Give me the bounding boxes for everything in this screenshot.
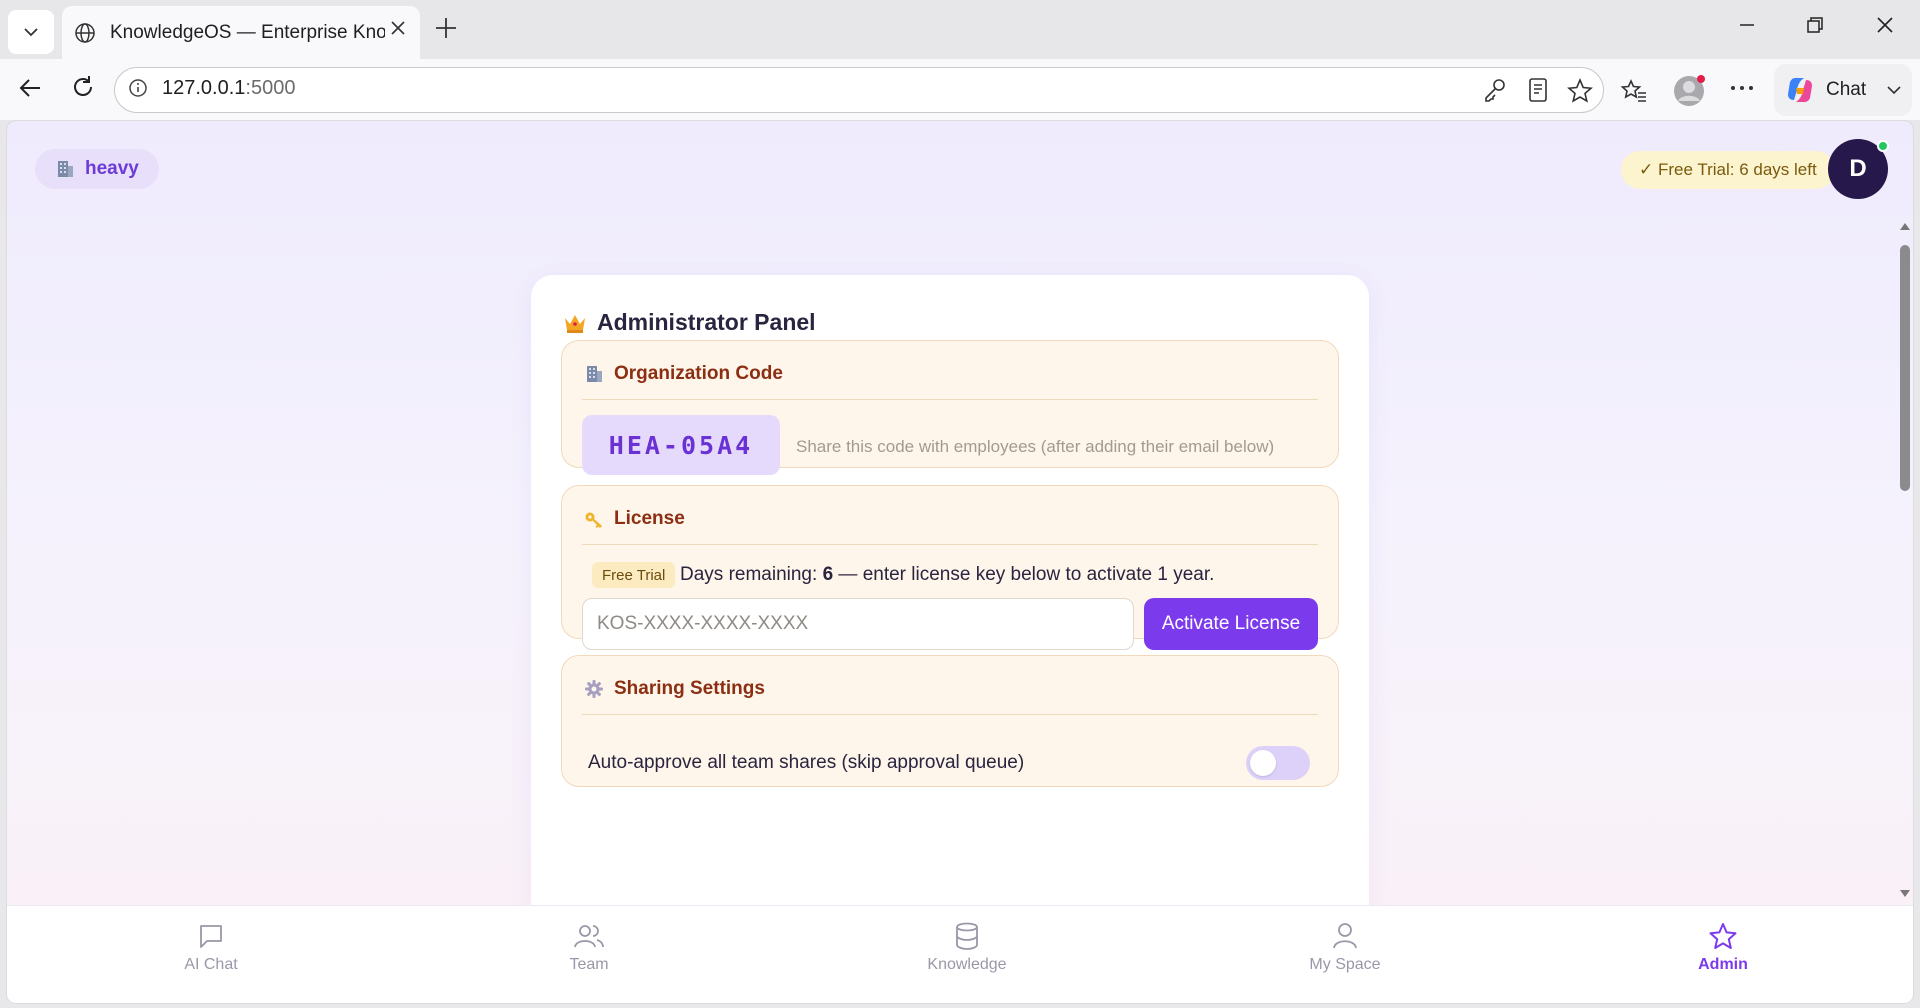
nav-label: My Space [1309, 956, 1381, 973]
profile-icon[interactable] [1672, 74, 1706, 108]
minimize-icon[interactable] [1738, 16, 1756, 34]
copilot-icon [1788, 77, 1812, 103]
page-viewport: heavy ✓ Free Trial: 6 days left D Admini… [6, 120, 1914, 1004]
window-close-icon[interactable] [1876, 16, 1894, 34]
office-building-icon [587, 366, 602, 382]
star-icon [1709, 923, 1737, 949]
scroll-down-arrow-icon[interactable] [1899, 889, 1911, 899]
days-remaining-suffix: — enter license key below to activate 1 … [833, 564, 1215, 585]
new-tab-icon[interactable] [434, 16, 458, 40]
license-key-input[interactable] [582, 598, 1134, 650]
users-icon [574, 925, 604, 948]
key-icon [585, 512, 602, 528]
url-host: 127.0.0.1 [162, 77, 246, 99]
nav-label: Admin [1698, 956, 1748, 973]
back-arrow-icon[interactable] [16, 74, 44, 102]
nav-team[interactable]: Team [529, 922, 649, 974]
days-remaining-text: Days remaining: 6 — enter license key be… [680, 564, 1214, 586]
license-status-tag: Free Trial [592, 562, 676, 588]
site-info-icon[interactable] [128, 78, 148, 98]
nav-label: AI Chat [184, 956, 238, 973]
tab-title: KnowledgeOS — Enterprise Knowl [110, 21, 385, 43]
chevron-down-icon [24, 28, 38, 37]
more-options-icon[interactable] [1730, 84, 1754, 92]
org-code-value[interactable]: HEA-05A4 [582, 415, 780, 475]
url-text[interactable]: 127.0.0.1:5000 [162, 77, 295, 100]
toggle-knob [1250, 750, 1276, 776]
divider [582, 544, 1318, 545]
auto-approve-toggle[interactable] [1246, 746, 1310, 780]
panel-title: Administrator Panel [563, 309, 816, 336]
days-remaining-count: 6 [822, 564, 834, 585]
scrollbar-thumb[interactable] [1900, 245, 1910, 491]
license-heading: License [584, 508, 685, 530]
org-code-heading-text: Organization Code [614, 363, 783, 384]
sharing-heading: Sharing Settings [584, 678, 765, 700]
database-icon [956, 922, 978, 950]
days-remaining-prefix: Days remaining: [680, 564, 823, 585]
license-heading-text: License [614, 508, 685, 529]
sharing-settings-section: Sharing Settings Auto-approve all team s… [561, 655, 1339, 787]
divider [582, 399, 1318, 400]
crown-icon [565, 314, 585, 333]
org-code-section: Organization Code HEA-05A4 Share this co… [561, 340, 1339, 475]
scroll-up-arrow-icon[interactable] [1899, 221, 1911, 231]
favorite-star-icon[interactable] [1566, 77, 1594, 105]
gear-icon [585, 680, 603, 698]
globe-icon [75, 22, 95, 43]
auto-approve-label: Auto-approve all team shares (skip appro… [588, 752, 1025, 773]
tab-list-button[interactable] [8, 10, 54, 54]
nav-label: Knowledge [927, 956, 1007, 973]
url-port: :5000 [245, 77, 296, 99]
browser-tab-strip: KnowledgeOS — Enterprise Knowl [0, 0, 1920, 59]
refresh-icon[interactable] [70, 74, 96, 100]
favorites-list-icon[interactable] [1620, 77, 1648, 105]
admin-panel-card: Administrator Panel Organization Code HE… [531, 275, 1369, 915]
org-badge[interactable]: heavy [35, 149, 159, 189]
office-building-icon [58, 161, 73, 177]
restore-icon[interactable] [1806, 16, 1824, 34]
activate-license-button[interactable]: Activate License [1144, 598, 1318, 650]
address-bar[interactable] [114, 67, 1604, 113]
org-code-heading: Organization Code [584, 363, 783, 385]
copilot-chat-button[interactable]: Chat [1774, 64, 1912, 116]
nav-ai-chat[interactable]: AI Chat [151, 922, 271, 974]
org-code-hint: Share this code with employees (after ad… [796, 437, 1275, 456]
divider [582, 714, 1318, 715]
chevron-down-icon[interactable] [1886, 82, 1902, 98]
reading-view-icon[interactable] [1526, 77, 1550, 103]
key-icon[interactable] [1482, 77, 1508, 103]
sharing-heading-text: Sharing Settings [614, 678, 765, 699]
close-icon[interactable] [390, 20, 406, 36]
user-icon [1333, 923, 1357, 949]
browser-tab[interactable]: KnowledgeOS — Enterprise Knowl [62, 6, 420, 59]
chat-bubble-icon [200, 925, 222, 948]
chat-label: Chat [1826, 79, 1867, 100]
org-name: heavy [85, 158, 139, 179]
panel-title-text: Administrator Panel [597, 309, 816, 335]
trial-status-badge: ✓ Free Trial: 6 days left [1621, 151, 1835, 189]
nav-admin[interactable]: Admin [1663, 922, 1783, 974]
nav-knowledge[interactable]: Knowledge [907, 922, 1027, 974]
nav-label: Team [569, 956, 609, 973]
online-status-dot [1877, 140, 1889, 152]
license-section: License Free Trial Days remaining: 6 — e… [561, 485, 1339, 650]
bottom-navigation: AI Chat Team Knowledge My Space Admin [7, 905, 1913, 1003]
nav-my-space[interactable]: My Space [1285, 922, 1405, 974]
